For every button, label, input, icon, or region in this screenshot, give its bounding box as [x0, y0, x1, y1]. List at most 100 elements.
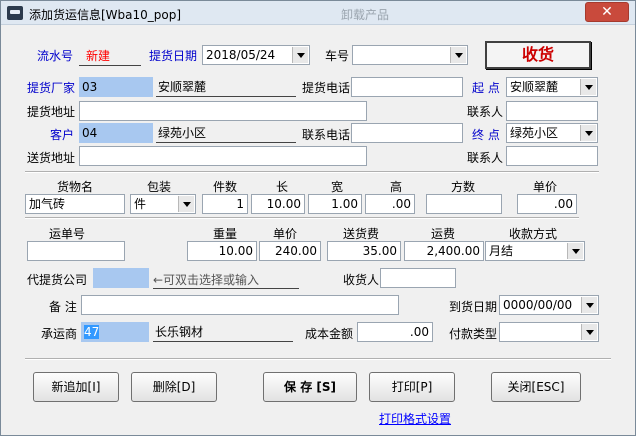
waybill-field[interactable]: [27, 241, 125, 261]
carrier-label: 承运商: [41, 327, 78, 341]
pickup-phone-label: 提货电话: [302, 81, 351, 95]
serial-label: 流水号: [37, 49, 74, 63]
pickup-contact-label: 联系人: [467, 105, 504, 119]
close-button[interactable]: 关闭[ESC]: [491, 372, 581, 402]
origin-select[interactable]: 安顺翠麓: [506, 77, 598, 97]
delivery-fee-header: 送货费: [343, 227, 380, 241]
pickup-date-label: 提货日期: [149, 49, 198, 63]
payment-type-label: 付款类型: [449, 327, 498, 341]
goods-name-field[interactable]: 加气砖: [25, 194, 125, 214]
vehicle-select[interactable]: [352, 45, 468, 65]
carrier-code-field[interactable]: 47: [81, 322, 149, 342]
height-header: 高: [390, 180, 403, 194]
destination-select[interactable]: 绿苑小区: [506, 123, 598, 143]
factory-code-field[interactable]: 03: [79, 77, 153, 97]
length-field[interactable]: 10.00: [251, 194, 305, 214]
payment-type-select[interactable]: [499, 322, 599, 342]
title-bar: 添加货运信息[Wba10_pop] 卸载产品 ✕: [1, 1, 635, 25]
payment-method-header: 收款方式: [509, 227, 558, 241]
carrier-code-value: 47: [84, 325, 100, 339]
delivery-address-field[interactable]: [79, 146, 367, 166]
freight-fee-header: 运费: [431, 227, 456, 241]
receive-button[interactable]: 收货: [485, 41, 591, 69]
vehicle-label: 车号: [325, 49, 350, 63]
agent-company-hint: ←可双击选择或输入: [153, 273, 260, 287]
cost-amount-label: 成本金额: [305, 327, 354, 341]
chevron-down-icon[interactable]: [580, 125, 596, 141]
origin-value: 安顺翠麓: [510, 80, 559, 94]
window-close-button[interactable]: ✕: [585, 2, 629, 22]
contact-phone-label: 联系电话: [302, 128, 351, 142]
chevron-down-icon[interactable]: [450, 47, 466, 63]
agent-company-field[interactable]: [93, 268, 149, 288]
package-header: 包装: [147, 180, 172, 194]
goods-name-header: 货物名: [57, 180, 94, 194]
weight-header: 重量: [213, 227, 238, 241]
chevron-down-icon[interactable]: [581, 324, 597, 340]
length-header: 长: [276, 180, 289, 194]
agent-hint-underline: [153, 288, 299, 289]
chevron-down-icon[interactable]: [178, 196, 194, 212]
chevron-down-icon[interactable]: [567, 243, 583, 259]
package-value: 件: [134, 197, 147, 211]
serial-value: 新建: [86, 49, 111, 63]
factory-label: 提货厂家: [27, 81, 76, 95]
arrival-date-picker[interactable]: 0000/00/00: [499, 295, 599, 315]
remark-field[interactable]: [81, 295, 399, 315]
volume-header: 方数: [451, 180, 476, 194]
pickup-date-picker[interactable]: 2018/05/24: [202, 45, 310, 65]
window-title: 添加货运信息[Wba10_pop]: [29, 8, 182, 22]
destination-label: 终 点: [472, 128, 500, 142]
delivery-address-label: 送货地址: [27, 151, 76, 165]
chevron-down-icon[interactable]: [581, 297, 597, 313]
pickup-date-value: 2018/05/24: [206, 48, 276, 62]
delivery-fee-field[interactable]: 35.00: [327, 241, 401, 261]
receiver-field[interactable]: [380, 268, 456, 288]
pickup-contact-field[interactable]: [506, 101, 598, 121]
goods-unit-price-header: 单价: [533, 180, 558, 194]
height-field[interactable]: .00: [365, 194, 415, 214]
count-header: 件数: [213, 180, 238, 194]
arrival-date-label: 到货日期: [449, 300, 498, 314]
weight-field[interactable]: 10.00: [187, 241, 257, 261]
freight-unit-price-field[interactable]: 240.00: [259, 241, 321, 261]
section-divider: [25, 358, 611, 360]
print-button[interactable]: 打印[P]: [369, 372, 455, 402]
save-button[interactable]: 保 存 [S]: [263, 372, 357, 402]
count-field[interactable]: 1: [202, 194, 248, 214]
payment-method-value: 月结: [489, 244, 514, 258]
package-select[interactable]: 件: [130, 194, 196, 214]
goods-unit-price-field[interactable]: .00: [517, 194, 577, 214]
delete-button[interactable]: 删除[D]: [131, 372, 217, 402]
chevron-down-icon[interactable]: [580, 79, 596, 95]
chevron-down-icon[interactable]: [292, 47, 308, 63]
customer-label: 客户: [50, 128, 75, 142]
remark-label: 备 注: [49, 300, 77, 314]
contact-phone-field[interactable]: [351, 123, 463, 143]
section-divider: [25, 217, 579, 219]
cost-amount-field[interactable]: .00: [357, 322, 433, 342]
factory-name: 安顺翠麓: [156, 77, 296, 97]
agent-company-label: 代提货公司: [27, 273, 88, 287]
carrier-name: 长乐钢材: [153, 322, 293, 342]
pickup-address-field[interactable]: [79, 101, 367, 121]
volume-field[interactable]: [426, 194, 502, 214]
delivery-contact-label: 联系人: [467, 151, 504, 165]
add-shipment-dialog: 添加货运信息[Wba10_pop] 卸载产品 ✕ 流水号 新建 提货日期 201…: [0, 0, 636, 436]
waybill-header: 运单号: [49, 227, 86, 241]
customer-code-field[interactable]: 04: [79, 123, 153, 143]
delivery-contact-field[interactable]: [506, 146, 598, 166]
app-icon: [7, 6, 23, 20]
destination-value: 绿苑小区: [510, 126, 559, 140]
payment-method-select[interactable]: 月结: [485, 241, 585, 261]
background-window-title: 卸载产品: [341, 8, 390, 22]
pickup-phone-field[interactable]: [351, 77, 463, 97]
freight-unit-price-header: 单价: [273, 227, 298, 241]
width-field[interactable]: 1.00: [308, 194, 362, 214]
receiver-label: 收货人: [343, 273, 380, 287]
add-new-button[interactable]: 新追加[I]: [33, 372, 119, 402]
freight-fee-field[interactable]: 2,400.00: [404, 241, 484, 261]
print-settings-link[interactable]: 打印格式设置: [379, 410, 451, 427]
customer-name: 绿苑小区: [156, 123, 296, 143]
pickup-address-label: 提货地址: [27, 105, 76, 119]
